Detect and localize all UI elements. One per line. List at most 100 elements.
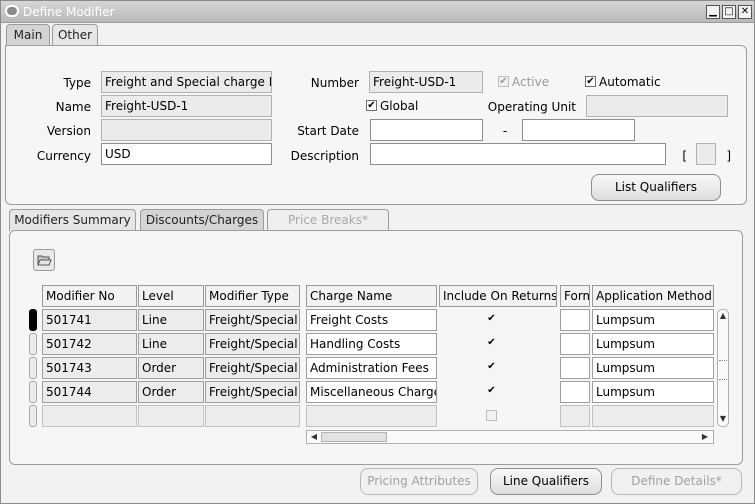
- name-field[interactable]: Freight-USD-1: [101, 95, 272, 117]
- include-on-returns-checkbox[interactable]: ✔: [486, 386, 497, 397]
- end-date-field[interactable]: [522, 119, 635, 141]
- horizontal-scrollbar[interactable]: ◀ ▶: [306, 430, 714, 444]
- cell-modifier-type[interactable]: Freight/Special: [205, 357, 300, 379]
- cell-modifier-no[interactable]: 501743: [42, 357, 137, 379]
- automatic-checkbox[interactable]: ✔: [585, 76, 596, 87]
- cell-modifier-type[interactable]: Freight/Special: [205, 309, 300, 331]
- column-header-charge-name[interactable]: Charge Name: [306, 285, 437, 307]
- cell-modifier-no[interactable]: 501744: [42, 381, 137, 403]
- number-field[interactable]: Freight-USD-1: [369, 71, 483, 93]
- define-details-button[interactable]: Define Details*: [611, 468, 742, 495]
- active-checkbox[interactable]: ✔: [498, 76, 509, 87]
- include-on-returns-checkbox[interactable]: ✔: [486, 314, 497, 325]
- vertical-scrollbar[interactable]: ▲ ▼: [717, 309, 729, 427]
- minimize-button[interactable]: ▁: [706, 5, 720, 19]
- cell-modifier-no[interactable]: 501742: [42, 333, 137, 355]
- cell-modifier-no[interactable]: [42, 405, 137, 427]
- cell-formula[interactable]: [560, 405, 590, 427]
- include-on-returns-checkbox[interactable]: ✔: [486, 362, 497, 373]
- row-selector[interactable]: [29, 405, 37, 427]
- include-on-returns-checkbox[interactable]: [486, 410, 497, 421]
- currency-label: Currency: [36, 149, 91, 163]
- type-field[interactable]: Freight and Special charge Li: [101, 71, 272, 93]
- currency-field[interactable]: USD: [101, 143, 272, 165]
- flexfield-close-bracket: ]: [726, 149, 731, 163]
- cell-level[interactable]: [138, 405, 204, 427]
- cell-charge-name[interactable]: Handling Costs: [306, 333, 437, 355]
- cell-level[interactable]: Line: [138, 309, 204, 331]
- cell-modifier-type[interactable]: [205, 405, 300, 427]
- operating-unit-label: Operating Unit: [487, 100, 576, 114]
- row-selector[interactable]: [29, 309, 37, 331]
- tab-modifiers-summary[interactable]: Modifiers Summary: [9, 209, 136, 231]
- horizontal-scroll-thumb[interactable]: [321, 432, 387, 442]
- row-selector[interactable]: [29, 357, 37, 379]
- maximize-button[interactable]: □: [722, 5, 736, 19]
- folder-tool-button[interactable]: [33, 249, 55, 271]
- pricing-attributes-button[interactable]: Pricing Attributes: [360, 468, 478, 495]
- operating-unit-field[interactable]: [586, 95, 728, 117]
- close-button[interactable]: ✕: [738, 5, 752, 19]
- column-header-modifier-no[interactable]: Modifier No: [42, 285, 137, 307]
- number-label: Number: [310, 76, 359, 90]
- cell-charge-name[interactable]: Administration Fees: [306, 357, 437, 379]
- oracle-window-icon: [5, 5, 19, 17]
- descriptive-flexfield[interactable]: [696, 143, 716, 165]
- column-header-include-on-returns[interactable]: Include On Returns: [439, 285, 557, 307]
- cell-application-method[interactable]: [592, 405, 714, 427]
- cell-application-method[interactable]: Lumpsum: [592, 381, 714, 403]
- type-label: Type: [63, 76, 91, 90]
- line-qualifiers-button[interactable]: Line Qualifiers: [490, 468, 602, 495]
- cell-modifier-type[interactable]: Freight/Special: [205, 333, 300, 355]
- tab-other[interactable]: Other: [52, 24, 98, 46]
- define-modifier-window: Define Modifier ▁ □ ✕ Main Other Type Fr…: [0, 0, 755, 504]
- cell-level[interactable]: Line: [138, 333, 204, 355]
- cell-formula[interactable]: [560, 309, 590, 331]
- global-label: Global: [380, 99, 419, 113]
- column-header-application-method[interactable]: Application Method: [592, 285, 714, 307]
- window-title: Define Modifier: [23, 5, 115, 19]
- cell-modifier-no[interactable]: 501741: [42, 309, 137, 331]
- flexfield-open-bracket: [: [682, 149, 687, 163]
- cell-formula[interactable]: [560, 381, 590, 403]
- version-label: Version: [46, 124, 91, 138]
- column-header-formula[interactable]: Form: [560, 285, 590, 307]
- start-date-field[interactable]: [370, 119, 483, 141]
- scroll-left-icon[interactable]: ◀: [309, 432, 319, 442]
- scroll-down-icon[interactable]: ▼: [718, 414, 728, 424]
- scroll-right-icon[interactable]: ▶: [700, 432, 710, 442]
- cell-modifier-type[interactable]: Freight/Special: [205, 381, 300, 403]
- folder-open-icon: [37, 255, 52, 266]
- cell-level[interactable]: Order: [138, 357, 204, 379]
- cell-charge-name[interactable]: Freight Costs: [306, 309, 437, 331]
- cell-formula[interactable]: [560, 357, 590, 379]
- name-label: Name: [55, 100, 91, 114]
- title-bar[interactable]: Define Modifier ▁ □ ✕: [1, 1, 754, 23]
- row-selector[interactable]: [29, 333, 37, 355]
- cell-application-method[interactable]: Lumpsum: [592, 309, 714, 331]
- tab-discounts-charges[interactable]: Discounts/Charges: [140, 209, 264, 231]
- cell-formula[interactable]: [560, 333, 590, 355]
- cell-charge-name[interactable]: Miscellaneous Charge: [306, 381, 437, 403]
- list-qualifiers-button[interactable]: List Qualifiers: [591, 174, 721, 201]
- include-on-returns-checkbox[interactable]: ✔: [486, 338, 497, 349]
- global-checkbox[interactable]: ✔: [366, 100, 377, 111]
- automatic-label: Automatic: [599, 75, 661, 89]
- scroll-up-icon[interactable]: ▲: [718, 311, 728, 321]
- date-range-separator: -: [502, 124, 508, 138]
- cell-application-method[interactable]: Lumpsum: [592, 357, 714, 379]
- column-header-level[interactable]: Level: [138, 285, 204, 307]
- cell-application-method[interactable]: Lumpsum: [592, 333, 714, 355]
- scroll-thumb[interactable]: [719, 360, 727, 380]
- column-header-modifier-type[interactable]: Modifier Type: [205, 285, 300, 307]
- cell-level[interactable]: Order: [138, 381, 204, 403]
- tab-price-breaks[interactable]: Price Breaks*: [267, 209, 389, 231]
- cell-charge-name[interactable]: [306, 405, 437, 427]
- description-field[interactable]: [370, 143, 666, 165]
- active-label: Active: [512, 75, 550, 89]
- start-date-label: Start Date: [297, 124, 359, 138]
- row-selector[interactable]: [29, 381, 37, 403]
- tab-main[interactable]: Main: [6, 24, 50, 46]
- description-label: Description: [290, 149, 359, 163]
- version-field[interactable]: [101, 119, 272, 141]
